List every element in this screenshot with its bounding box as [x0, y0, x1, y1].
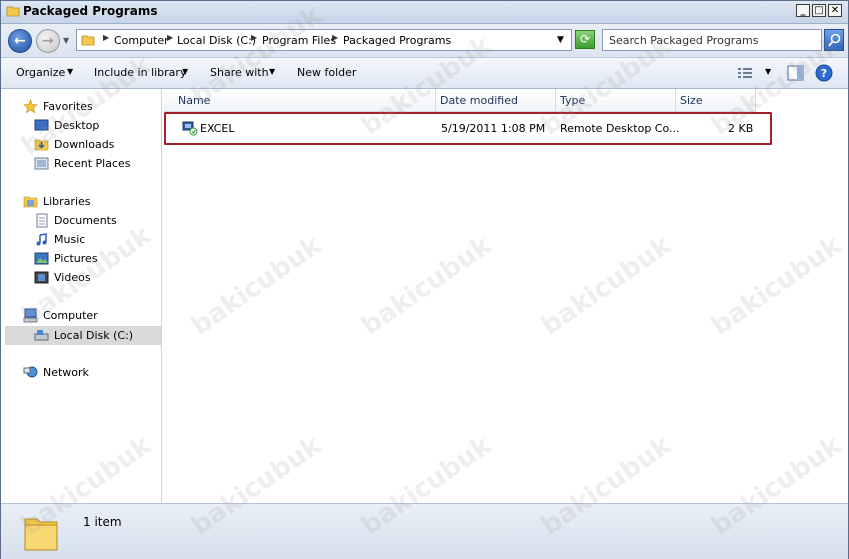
downloads-folder-icon	[34, 139, 49, 151]
nav-documents[interactable]: Documents	[34, 212, 154, 230]
include-in-library-dropdown-icon[interactable]: ▼	[182, 67, 188, 76]
column-header-date-label: Date modified	[440, 94, 518, 107]
nav-recent-places-label: Recent Places	[54, 157, 131, 170]
highlight-annotation-box	[164, 112, 772, 145]
nav-libraries[interactable]: Libraries	[23, 193, 153, 211]
documents-icon	[36, 213, 48, 228]
nav-videos[interactable]: Videos	[34, 269, 154, 287]
folder-icon	[6, 6, 20, 17]
minimize-button[interactable]: _	[796, 4, 810, 17]
column-header-date-modified[interactable]: Date modified	[436, 89, 556, 112]
nav-videos-label: Videos	[54, 271, 91, 284]
share-with-dropdown-icon[interactable]: ▼	[269, 67, 275, 76]
nav-pictures[interactable]: Pictures	[34, 250, 154, 268]
videos-icon	[34, 271, 49, 284]
view-options-dropdown-icon[interactable]: ▼	[765, 67, 771, 76]
refresh-button[interactable]: ⟳	[575, 30, 595, 49]
column-header-type-label: Type	[560, 94, 586, 107]
forward-button[interactable]: →	[36, 29, 60, 53]
nav-documents-label: Documents	[54, 214, 117, 227]
include-in-library-button[interactable]: Include in library	[94, 66, 186, 79]
search-icon	[828, 33, 841, 47]
network-icon	[23, 366, 38, 378]
nav-network-label: Network	[43, 366, 89, 379]
nav-favorites-label: Favorites	[43, 100, 93, 113]
nav-computer[interactable]: Computer	[23, 307, 153, 325]
help-icon[interactable]: ?	[815, 64, 833, 82]
explorer-window: Packaged Programs _ □ ✕ ← → ▼ ▶ Computer…	[0, 0, 849, 559]
svg-text:?: ?	[821, 67, 827, 80]
search-placeholder: Search Packaged Programs	[609, 34, 759, 47]
address-dropdown-icon[interactable]: ▼	[557, 35, 564, 45]
nav-computer-label: Computer	[43, 309, 98, 322]
command-bar: Organize ▼ Include in library ▼ Share wi…	[1, 58, 848, 89]
nav-desktop[interactable]: Desktop	[34, 117, 154, 135]
computer-icon	[23, 308, 38, 323]
nav-local-disk-label: Local Disk (C:)	[54, 329, 134, 342]
recent-places-icon	[34, 157, 49, 170]
preview-pane-icon[interactable]	[787, 65, 804, 81]
breadcrumb-computer[interactable]: Computer	[114, 34, 169, 47]
nav-pictures-label: Pictures	[54, 252, 98, 265]
nav-libraries-label: Libraries	[43, 195, 91, 208]
star-icon	[23, 99, 38, 114]
share-with-button[interactable]: Share with	[210, 66, 269, 79]
breadcrumb-arrow-icon[interactable]: ▶	[332, 33, 338, 42]
breadcrumb-arrow-icon[interactable]: ▶	[167, 33, 173, 42]
maximize-button[interactable]: □	[812, 4, 826, 17]
organize-dropdown-icon[interactable]: ▼	[67, 67, 73, 76]
nav-local-disk[interactable]: Local Disk (C:)	[5, 326, 161, 345]
nav-downloads-label: Downloads	[54, 138, 115, 151]
libraries-icon	[23, 196, 38, 208]
organize-button[interactable]: Organize	[16, 66, 65, 79]
nav-music-label: Music	[54, 233, 86, 246]
navigation-pane: Favorites Desktop Downloads Recent Place…	[1, 89, 162, 502]
nav-favorites[interactable]: Favorites	[23, 98, 153, 116]
forward-arrow-icon: →	[42, 33, 54, 49]
column-header-name-label: Name	[178, 94, 211, 107]
refresh-icon: ⟳	[579, 32, 591, 46]
recent-pages-dropdown[interactable]: ▼	[63, 36, 69, 45]
details-pane: 1 item	[1, 503, 848, 559]
folder-icon	[24, 518, 58, 551]
local-disk-icon	[34, 330, 49, 341]
address-bar-row: ← → ▼ ▶ Computer ▶ Local Disk (C:) ▶ Pro…	[1, 24, 848, 58]
column-header-name[interactable]: Name	[164, 89, 436, 112]
close-button[interactable]: ✕	[828, 4, 842, 17]
address-field[interactable]: ▶ Computer ▶ Local Disk (C:) ▶ Program F…	[76, 29, 572, 51]
file-list-pane: Name Date modified Type Size EXCEL 5/19/…	[164, 89, 848, 502]
search-button[interactable]	[824, 29, 844, 51]
music-note-icon	[36, 233, 47, 246]
desktop-icon	[34, 119, 49, 131]
folder-icon	[81, 35, 95, 46]
title-bar[interactable]: Packaged Programs _ □ ✕	[1, 1, 848, 24]
back-arrow-icon: ←	[14, 33, 26, 49]
search-input[interactable]: Search Packaged Programs	[602, 29, 822, 51]
nav-desktop-label: Desktop	[54, 119, 100, 132]
breadcrumb-packaged-programs[interactable]: Packaged Programs	[343, 34, 451, 47]
breadcrumb-local-disk[interactable]: Local Disk (C:)	[177, 34, 256, 47]
breadcrumb-arrow-icon[interactable]: ▶	[103, 33, 109, 42]
nav-downloads[interactable]: Downloads	[34, 136, 154, 154]
pictures-icon	[34, 252, 49, 265]
change-view-icon[interactable]	[737, 66, 753, 80]
back-button[interactable]: ←	[8, 29, 32, 53]
nav-music[interactable]: Music	[34, 231, 154, 249]
window-title: Packaged Programs	[23, 4, 158, 18]
column-header-size[interactable]: Size	[676, 89, 756, 112]
breadcrumb-arrow-icon[interactable]: ▶	[251, 33, 257, 42]
nav-network[interactable]: Network	[23, 364, 153, 382]
column-header-type[interactable]: Type	[556, 89, 676, 112]
new-folder-button[interactable]: New folder	[297, 66, 356, 79]
nav-recent-places[interactable]: Recent Places	[34, 155, 154, 173]
column-header-size-label: Size	[680, 94, 703, 107]
item-count: 1 item	[83, 515, 122, 529]
breadcrumb-program-files[interactable]: Program Files	[262, 34, 336, 47]
